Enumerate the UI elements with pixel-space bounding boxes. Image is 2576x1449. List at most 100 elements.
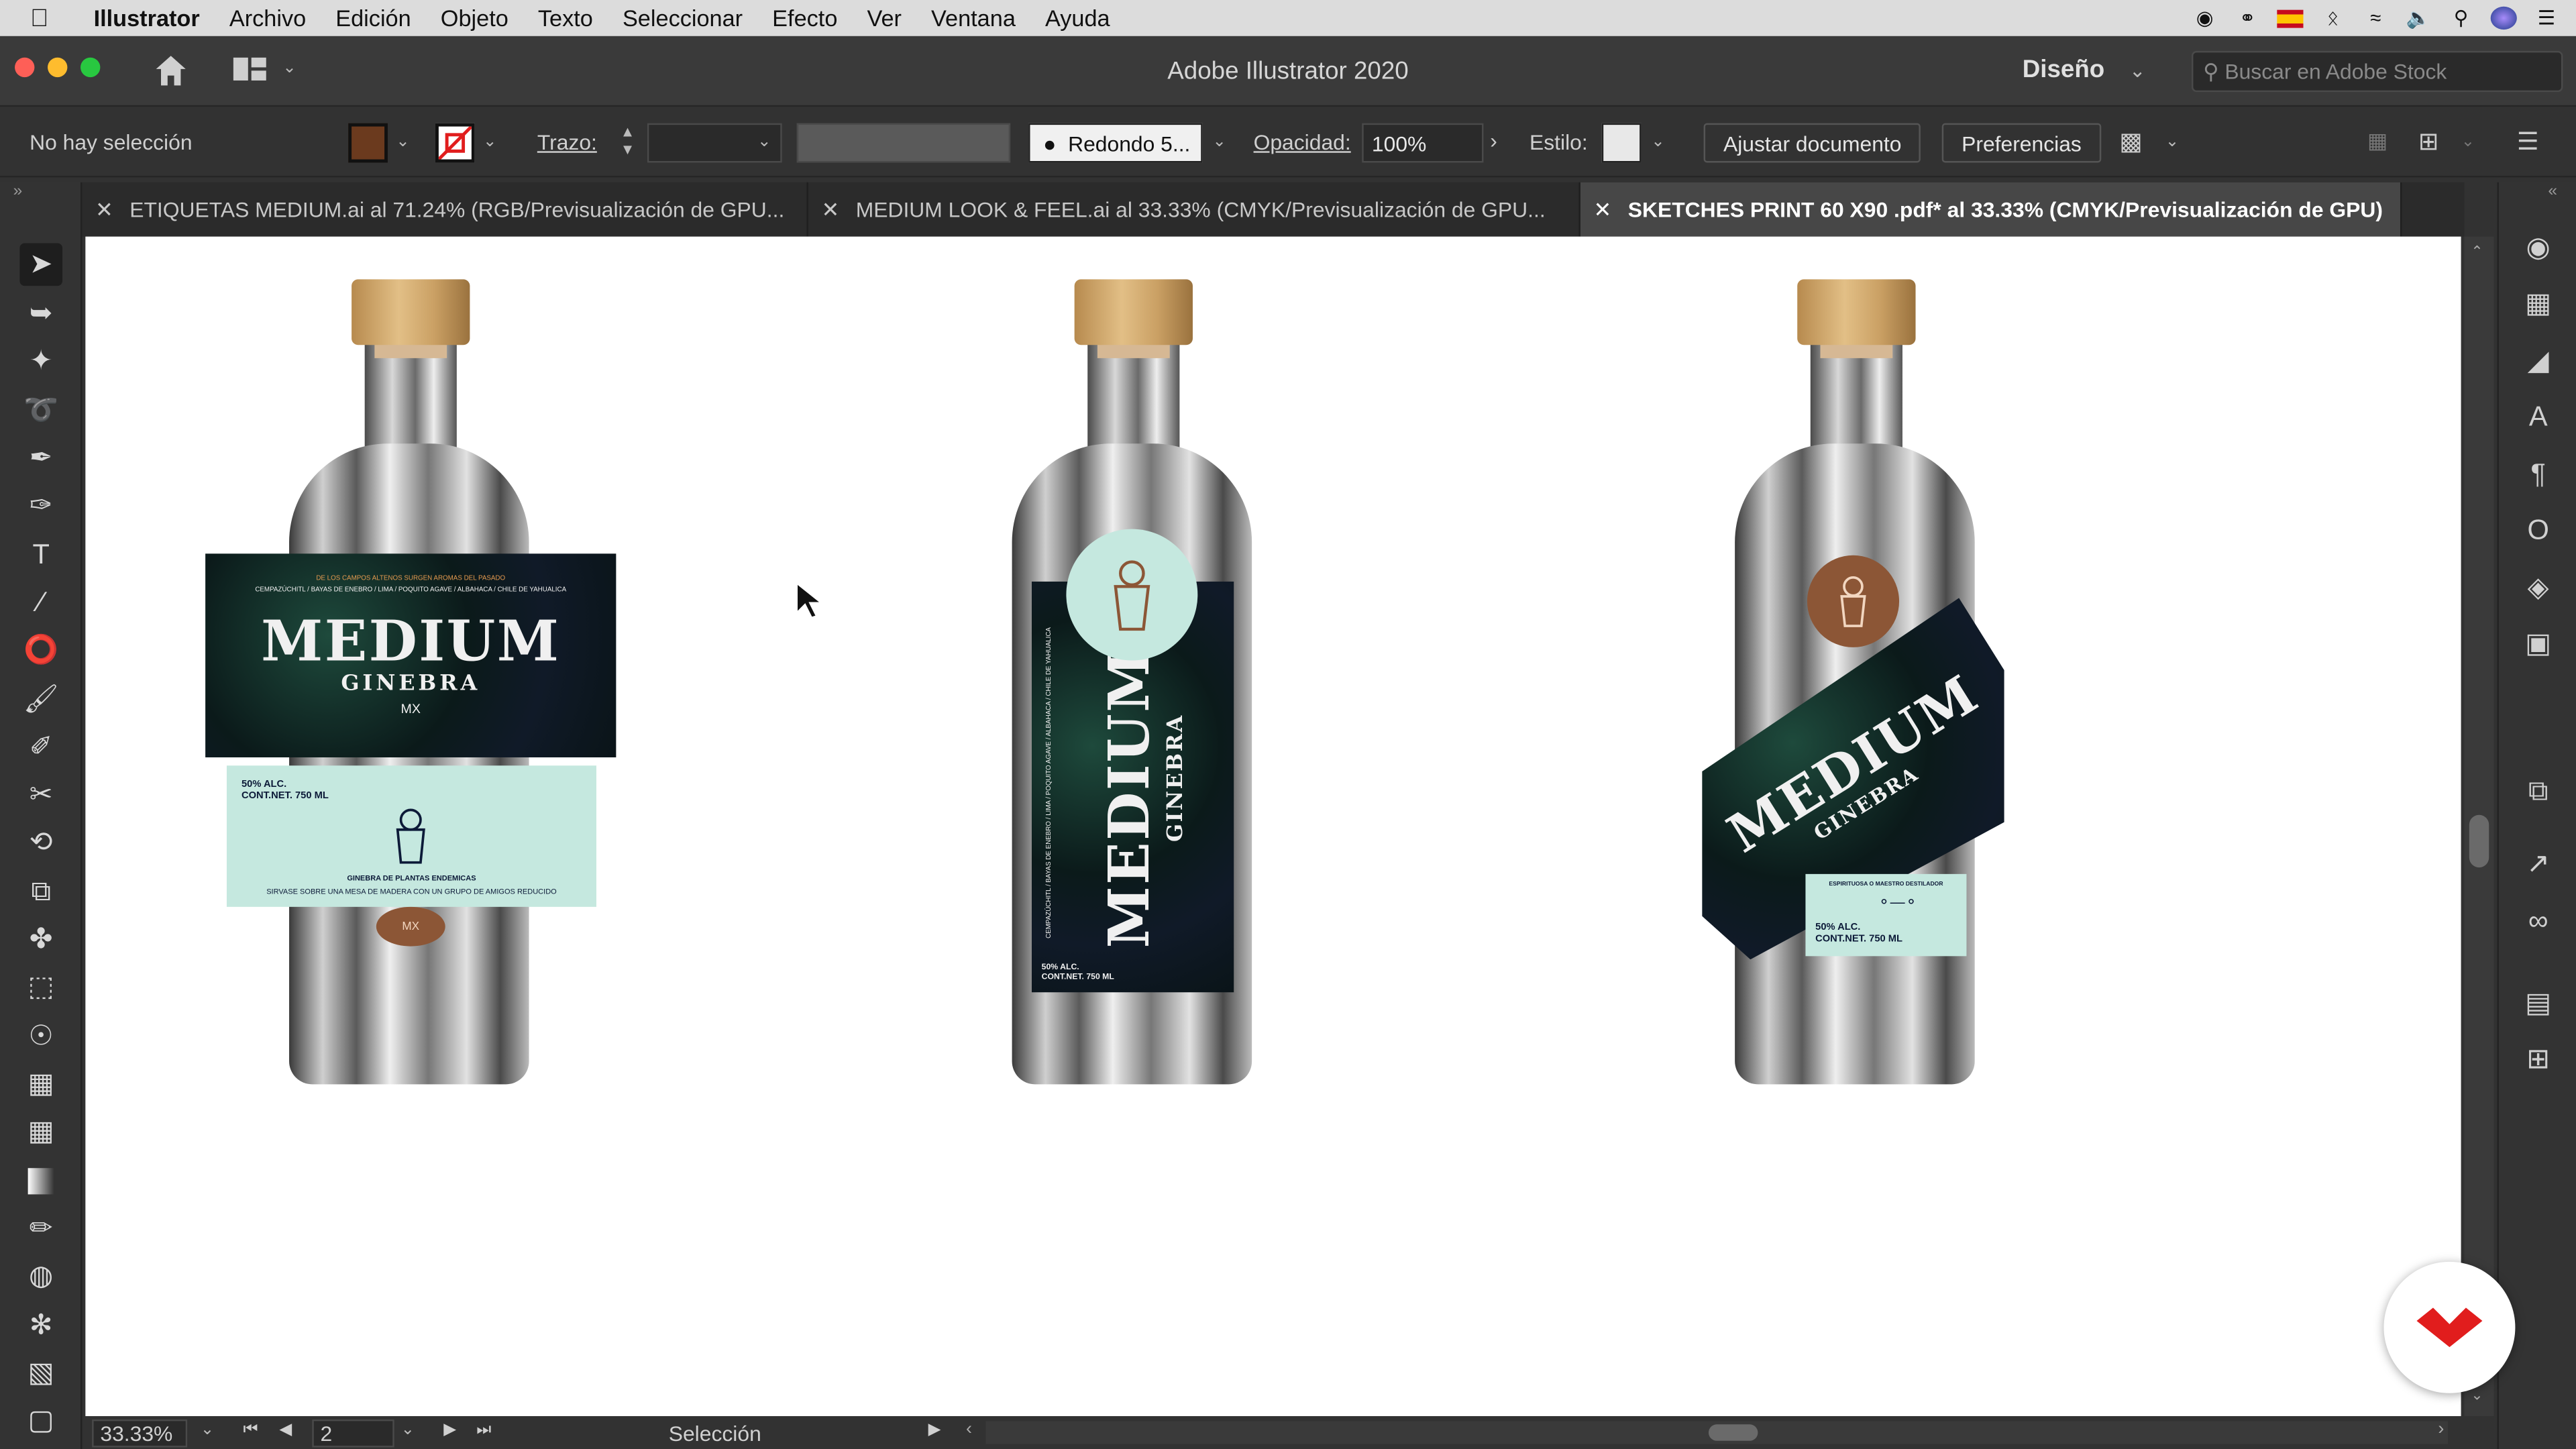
menu-app-name[interactable]: Illustrator xyxy=(79,5,215,31)
stroke-label[interactable]: Trazo: xyxy=(537,129,597,154)
free-transform-tool-icon[interactable]: ⬚ xyxy=(19,966,62,1009)
tab-sketches-print[interactable]: ✕ SKETCHES PRINT 60 X90 .pdf* al 33.33% … xyxy=(1580,182,2402,237)
eyedropper-tool-icon[interactable]: ✏ xyxy=(19,1208,62,1250)
shaper-tool-icon[interactable]: ✐ xyxy=(19,726,62,769)
type-tool-icon[interactable]: T xyxy=(19,534,62,577)
stock-search-field[interactable]: ⚲ Buscar en Adobe Stock xyxy=(2191,50,2563,93)
close-tab-icon[interactable]: ✕ xyxy=(95,197,113,223)
back-label[interactable]: 50% ALC. CONT.NET. 750 ML GINEBRA DE PLA… xyxy=(226,765,596,907)
style-chevron-icon[interactable]: ⌄ xyxy=(1651,133,1665,151)
scroll-thumb[interactable] xyxy=(2469,814,2489,868)
next-artboard-icon[interactable]: ▶ xyxy=(443,1421,456,1439)
paragraph-panel-icon[interactable]: ¶ xyxy=(2518,455,2558,494)
artboard-tool-icon[interactable]: ▢ xyxy=(19,1400,62,1443)
last-artboard-icon[interactable]: ⏭ xyxy=(476,1421,491,1439)
warp-tool-icon[interactable]: ✤ xyxy=(19,918,62,961)
stroke-swatch-icon[interactable] xyxy=(435,123,475,163)
volume-icon[interactable]: 🔈 xyxy=(2405,7,2431,30)
menu-ventana[interactable]: Ventana xyxy=(916,5,1030,31)
selection-tool-icon[interactable]: ➤ xyxy=(19,243,63,286)
artboard-number-field[interactable]: 2 xyxy=(312,1419,394,1448)
workspace-chevron-icon[interactable]: ⌄ xyxy=(2129,59,2146,82)
symbol-sprayer-tool-icon[interactable]: ✻ xyxy=(19,1305,62,1348)
preferences-button[interactable]: Preferencias xyxy=(1941,123,2102,163)
floating-logo-button[interactable] xyxy=(2383,1261,2516,1393)
expand-panels-icon[interactable]: « xyxy=(2548,182,2557,201)
character-panel-icon[interactable]: A xyxy=(2518,398,2558,437)
close-tab-icon[interactable]: ✕ xyxy=(1594,197,1612,223)
scroll-left-icon[interactable]: ‹ xyxy=(966,1419,972,1439)
brush-definition-dropdown[interactable]: ● Redondo 5... xyxy=(1028,123,1203,163)
arrange-chevron-icon[interactable]: ⌄ xyxy=(2165,133,2180,151)
status-menu-icon[interactable]: ▶ xyxy=(928,1421,941,1439)
paintbrush-tool-icon[interactable]: 🖌 xyxy=(19,678,62,721)
menu-seleccionar[interactable]: Seleccionar xyxy=(608,5,757,31)
direct-selection-tool-icon[interactable]: ➥ xyxy=(19,292,62,335)
align-grid-icon[interactable]: ▦ xyxy=(2367,128,2387,154)
menu-texto[interactable]: Texto xyxy=(523,5,608,31)
export-panel-icon[interactable]: ↗ xyxy=(2518,845,2558,884)
transform-chevron-icon[interactable]: ⌄ xyxy=(2461,133,2475,151)
magic-wand-tool-icon[interactable]: ✦ xyxy=(19,340,62,383)
menu-objeto[interactable]: Objeto xyxy=(426,5,523,31)
column-graph-tool-icon[interactable]: ▧ xyxy=(19,1352,62,1395)
apple-icon[interactable]:  xyxy=(0,4,79,32)
record-icon[interactable]: ◉ xyxy=(2192,7,2218,30)
lasso-tool-icon[interactable]: ➰ xyxy=(19,389,62,432)
menu-archivo[interactable]: Archivo xyxy=(215,5,321,31)
workspace-switcher[interactable]: Diseño xyxy=(2023,56,2104,84)
back-label[interactable]: ESPIRITUOSA O MAESTRO DESTILADOR ⚬—⚬ 50%… xyxy=(1805,873,1967,957)
main-label-horizontal[interactable]: DE LOS CAMPOS ALTENOS SURGEN AROMAS DEL … xyxy=(205,553,616,757)
stroke-stepper[interactable]: ▲ ▼ xyxy=(614,123,641,163)
stroke-weight-chevron-icon[interactable]: ⌄ xyxy=(757,133,771,151)
fill-swatch[interactable] xyxy=(348,123,388,163)
artboard-canvas[interactable]: DE LOS CAMPOS ALTENOS SURGEN AROMAS DEL … xyxy=(85,236,2461,1417)
tab-etiquetas-medium[interactable]: ✕ ETIQUETAS MEDIUM.ai al 71.24% (RGB/Pre… xyxy=(82,182,808,237)
arrange-icon[interactable]: ▩ xyxy=(2119,127,2143,156)
vertical-scrollbar[interactable]: ⌃ ⌄ xyxy=(2464,236,2494,1417)
fit-document-button[interactable]: Ajustar documento xyxy=(1703,123,1921,163)
zoom-field[interactable]: 33.33% xyxy=(92,1419,188,1448)
blend-tool-icon[interactable]: ◍ xyxy=(19,1255,62,1298)
menu-ayuda[interactable]: Ayuda xyxy=(1030,5,1125,31)
creative-cloud-icon[interactable]: ⚭ xyxy=(2235,7,2261,30)
horizontal-scrollbar[interactable]: ‹ › xyxy=(966,1419,2449,1444)
opacity-field[interactable]: 100% xyxy=(1362,123,1484,163)
scroll-thumb[interactable] xyxy=(1708,1424,1758,1441)
first-artboard-icon[interactable]: ⏮ xyxy=(243,1421,258,1439)
tab-medium-look-feel[interactable]: ✕ MEDIUM LOOK & FEEL.ai al 33.33% (CMYK/… xyxy=(808,182,1580,237)
collapse-toolbar-icon[interactable]: » xyxy=(13,182,23,201)
previous-artboard-icon[interactable]: ◀ xyxy=(279,1421,292,1439)
close-tab-icon[interactable]: ✕ xyxy=(822,197,840,223)
scroll-up-icon[interactable]: ⌃ xyxy=(2471,243,2483,261)
menu-efecto[interactable]: Efecto xyxy=(757,5,852,31)
brush-chevron-icon[interactable]: ⌄ xyxy=(1212,133,1226,151)
gradient-tool-icon[interactable] xyxy=(19,1160,62,1203)
menu-edicion[interactable]: Edición xyxy=(321,5,426,31)
scissors-tool-icon[interactable]: ✂ xyxy=(19,773,62,816)
stroke-chevron-icon[interactable]: ⌄ xyxy=(483,133,497,151)
shape-builder-tool-icon[interactable]: ☉ xyxy=(19,1015,62,1058)
align-panel-icon[interactable]: ▤ xyxy=(2518,984,2558,1024)
scale-tool-icon[interactable]: ⧉ xyxy=(19,871,62,914)
line-tool-icon[interactable]: ∕ xyxy=(19,582,62,625)
flag-icon[interactable] xyxy=(2277,9,2304,28)
opacity-arrow-icon[interactable]: › xyxy=(1490,128,1497,153)
siri-icon[interactable] xyxy=(2490,6,2517,30)
artboard-chevron-icon[interactable]: ⌄ xyxy=(401,1421,415,1439)
color-panel-icon[interactable]: ◉ xyxy=(2518,228,2558,268)
libraries-panel-icon[interactable]: ▣ xyxy=(2518,625,2558,664)
curvature-tool-icon[interactable]: ✑ xyxy=(19,484,62,527)
gradient-panel-icon[interactable]: ◢ xyxy=(2518,341,2558,381)
control-center-icon[interactable]: ☰ xyxy=(2533,7,2559,30)
spotlight-search-icon[interactable]: ⚲ xyxy=(2448,7,2474,30)
fill-chevron-icon[interactable]: ⌄ xyxy=(396,133,410,151)
transform-icon[interactable]: ⊞ xyxy=(2418,127,2439,156)
rotate-tool-icon[interactable]: ⟲ xyxy=(19,822,62,865)
mesh-tool-icon[interactable]: ▦ xyxy=(19,1111,62,1154)
artboards-panel-icon[interactable]: ⧉ xyxy=(2518,772,2558,812)
menu-ver[interactable]: Ver xyxy=(852,5,916,31)
ellipse-tool-icon[interactable]: ⭕ xyxy=(19,629,62,672)
layers-panel-icon[interactable]: ◈ xyxy=(2518,568,2558,608)
bluetooth-icon[interactable]: ᛟ xyxy=(2320,7,2346,30)
